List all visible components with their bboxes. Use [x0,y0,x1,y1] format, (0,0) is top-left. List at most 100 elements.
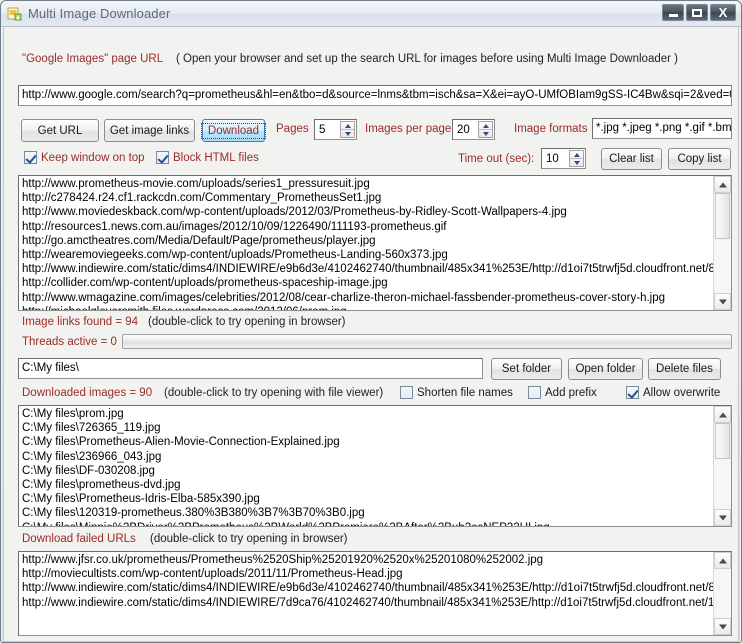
scroll-down-button[interactable] [714,509,731,526]
scroll-up-button[interactable] [714,552,731,569]
pages-value: 5 [319,123,326,136]
downloaded-files-rows: C:\My files\prom.jpg C:\My files\726365_… [19,406,714,526]
list-item[interactable]: http://collider.com/wp-content/uploads/p… [22,276,714,290]
block-html-files-label: Block HTML files [173,151,259,164]
scroll-track[interactable] [714,423,731,509]
checkbox-check-icon [24,151,37,164]
delete-files-button[interactable]: Delete files [648,358,721,380]
list-item[interactable]: http://www.moviedeskback.com/wp-content/… [22,205,714,219]
image-links-scrollbar[interactable] [713,176,731,310]
maximize-button[interactable] [686,4,708,21]
download-progress-bar [122,334,732,349]
chevron-up-icon [573,152,580,157]
timeout-stepper-up[interactable] [570,151,583,159]
window-title: Multi Image Downloader [28,6,171,21]
scroll-thumb[interactable] [715,423,730,459]
download-button[interactable]: Download [200,119,267,142]
block-html-files-checkbox[interactable]: Block HTML files [156,151,259,164]
list-item[interactable]: C:\My files\Prometheus-Idris-Elba-585x39… [22,492,714,506]
scroll-down-button[interactable] [714,293,731,310]
list-item[interactable]: http://www.prometheus-movie.com/uploads/… [22,177,714,191]
scroll-track[interactable] [714,193,731,293]
downloaded-files-scrollbar[interactable] [713,406,731,526]
checkbox-box-icon [400,386,413,399]
folder-path-input[interactable]: C:\My files\ [18,358,483,379]
pages-stepper[interactable]: 5 [314,119,357,140]
images-per-page-stepper-down[interactable] [479,130,492,137]
shorten-file-names-checkbox[interactable]: Shorten file names [400,386,513,399]
get-image-links-button[interactable]: Get image links [104,119,195,142]
window-controls: X [662,4,736,21]
list-item[interactable]: C:\My files\DF-030208.jpg [22,464,714,478]
list-item[interactable]: http://www.indiewire.com/static/dims4/IN… [22,581,714,595]
set-folder-button[interactable]: Set folder [491,358,562,380]
scroll-track[interactable] [714,569,731,618]
failed-urls-scrollbar[interactable] [713,552,731,635]
list-item[interactable]: C:\My files\Minnie%2BDriver%2BPrometheus… [22,521,714,526]
url-input[interactable]: http://www.google.com/search?q=prometheu… [18,85,732,106]
list-item[interactable]: http://wearemoviegeeks.com/wp-content/up… [22,248,714,262]
images-per-page-stepper[interactable]: 20 [452,119,495,140]
list-item[interactable]: C:\My files\prometheus-dvd.jpg [22,478,714,492]
list-item[interactable]: http://michaelgloversmith.files.wordpres… [22,305,714,310]
pages-stepper-down[interactable] [341,130,354,137]
checkbox-check-icon [626,386,639,399]
failed-urls-listbox[interactable]: http://www.jfsr.co.uk/prometheus/Prometh… [18,551,732,636]
timeout-stepper[interactable]: 10 [541,148,586,169]
keep-window-on-top-checkbox[interactable]: Keep window on top [24,151,145,164]
scroll-up-button[interactable] [714,406,731,423]
scroll-up-icon [718,558,727,563]
maximize-icon [692,8,702,17]
chevron-down-icon [482,131,489,136]
timeout-stepper-down[interactable] [570,159,583,166]
images-per-page-stepper-up[interactable] [479,122,492,130]
downloaded-files-listbox[interactable]: C:\My files\prom.jpg C:\My files\726365_… [18,405,732,527]
scroll-up-button[interactable] [714,176,731,193]
list-item[interactable]: http://www.indiewire.com/static/dims4/IN… [22,262,714,276]
list-item[interactable]: C:\My files\236966_043.jpg [22,450,714,464]
url-section-label: "Google Images" page URL [22,53,164,65]
scroll-down-icon [718,624,727,629]
chevron-down-icon [344,131,351,136]
list-item[interactable]: C:\My files\prom.jpg [22,407,714,421]
list-item[interactable]: http://go.amctheatres.com/Media/Default/… [22,234,714,248]
list-item[interactable]: http://c278424.r24.cf1.rackcdn.com/Comme… [22,191,714,205]
download-failed-status: Download failed URLs [22,533,136,545]
add-prefix-label: Add prefix [545,386,597,399]
close-button[interactable]: X [710,4,736,21]
add-prefix-checkbox[interactable]: Add prefix [528,386,597,399]
image-formats-label: Image formats [514,123,588,135]
timeout-stepper-arrows[interactable] [569,150,584,167]
image-links-found-status: Image links found = 94 [22,316,139,328]
list-item[interactable]: C:\My files\120319-prometheus.380%3B380%… [22,506,714,520]
list-item[interactable]: http://www.wmagazine.com/images/celebrit… [22,291,714,305]
downloaded-images-hint: (double-click to try opening with file v… [164,387,384,399]
list-item[interactable]: http://www.indiewire.com/static/dims4/IN… [22,596,714,610]
scroll-down-icon [718,515,727,520]
list-item[interactable]: http://www.jfsr.co.uk/prometheus/Prometh… [22,553,714,567]
scroll-down-button[interactable] [714,618,731,635]
image-links-listbox[interactable]: http://www.prometheus-movie.com/uploads/… [18,175,732,311]
list-item[interactable]: http://resources1.news.com.au/images/201… [22,220,714,234]
close-icon: X [718,5,728,20]
list-item[interactable]: C:\My files\Prometheus-Alien-Movie-Conne… [22,435,714,449]
image-formats-input[interactable]: *.jpg *.jpeg *.png *.gif *.bm [592,118,732,139]
clear-list-button[interactable]: Clear list [601,148,662,170]
download-failed-hint: (double-click to try opening in browser) [150,533,348,545]
minimize-button[interactable] [662,4,684,21]
open-folder-button[interactable]: Open folder [568,358,643,380]
threads-active-status: Threads active = 0 [22,336,117,348]
pages-stepper-up[interactable] [341,122,354,130]
copy-list-button[interactable]: Copy list [668,148,731,170]
list-item[interactable]: C:\My files\726365_119.jpg [22,421,714,435]
scroll-thumb[interactable] [715,193,730,239]
get-url-button[interactable]: Get URL [21,119,99,142]
images-per-page-label: Images per page [365,123,452,135]
pages-stepper-arrows[interactable] [340,121,355,138]
pages-label: Pages [276,123,309,135]
list-item[interactable]: http://moviecultists.com/wp-content/uplo… [22,567,714,581]
images-per-page-stepper-arrows[interactable] [478,121,493,138]
scroll-up-icon [718,412,727,417]
app-root: Multi Image Downloader X "Google Images"… [0,0,742,643]
allow-overwrite-checkbox[interactable]: Allow overwrite [626,386,720,399]
